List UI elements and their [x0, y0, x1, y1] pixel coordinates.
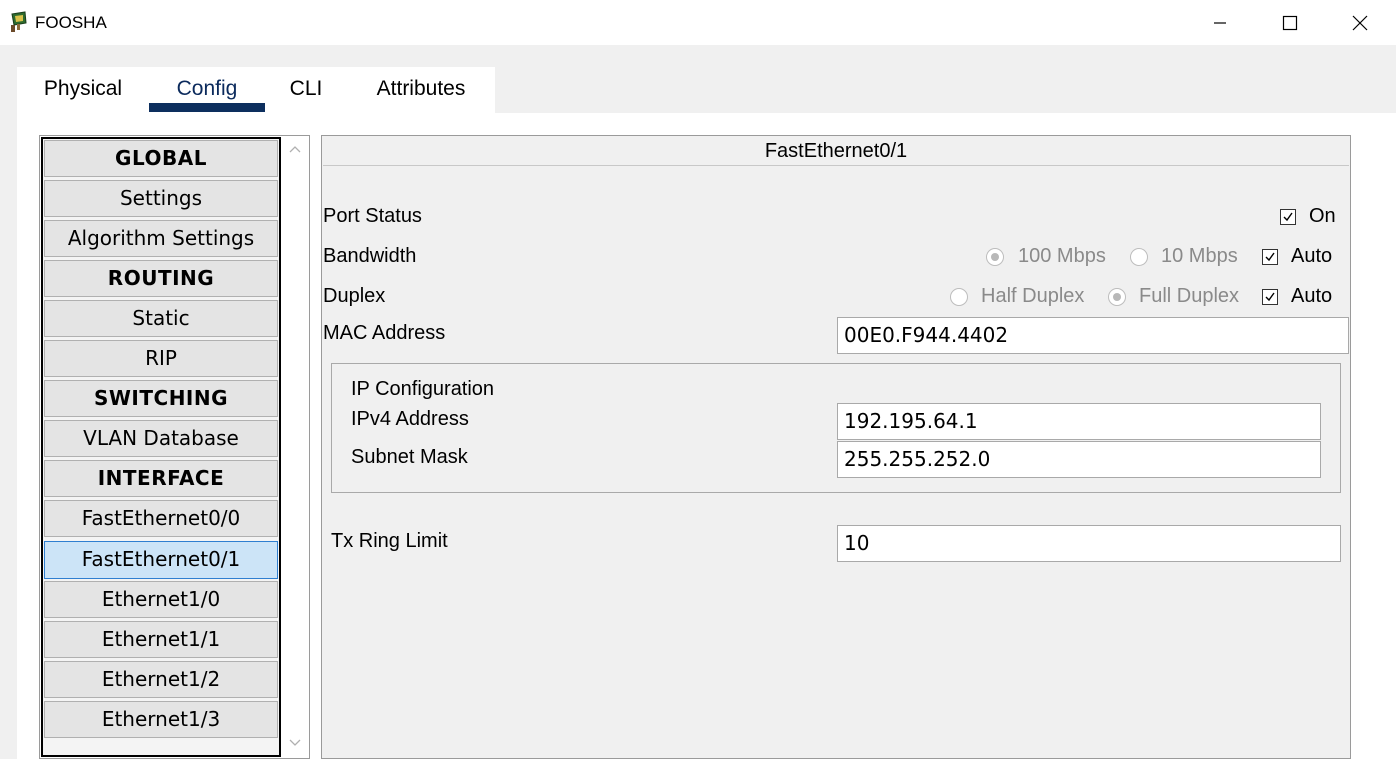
sidebar-item-ethernet1-2[interactable]: Ethernet1/2	[44, 661, 278, 698]
close-icon	[1352, 15, 1368, 31]
sidebar-header-global[interactable]: GLOBAL	[44, 140, 278, 177]
bandwidth-10-label: 10 Mbps	[1161, 245, 1238, 267]
tx-ring-limit-field[interactable]: 10	[837, 525, 1341, 562]
scroll-up-arrow-icon[interactable]	[282, 139, 308, 159]
checkmark-icon	[1265, 292, 1275, 302]
sidebar-header-routing[interactable]: ROUTING	[44, 260, 278, 297]
maximize-button[interactable]	[1255, 0, 1325, 45]
sidebar-item-ethernet1-3[interactable]: Ethernet1/3	[44, 701, 278, 738]
scroll-down-arrow-icon[interactable]	[282, 733, 308, 753]
sidebar-scrollbar[interactable]	[282, 137, 308, 757]
active-tab-indicator	[149, 103, 265, 112]
maximize-icon	[1282, 15, 1298, 31]
checkmark-icon	[1283, 212, 1293, 222]
sidebar-item-settings[interactable]: Settings	[44, 180, 278, 217]
sidebar-item-ethernet1-1[interactable]: Ethernet1/1	[44, 621, 278, 658]
duplex-auto-checkbox[interactable]	[1262, 289, 1278, 305]
mac-address-label: MAC Address	[323, 322, 446, 344]
minimize-button[interactable]	[1185, 0, 1255, 45]
sidebar-item-static[interactable]: Static	[44, 300, 278, 337]
tab-cli[interactable]: CLI	[279, 67, 333, 113]
sidebar-item-fastethernet0-1[interactable]: FastEthernet0/1	[44, 541, 278, 579]
title-bar: FOOSHA	[0, 0, 1396, 45]
duplex-full-radio[interactable]	[1108, 288, 1126, 306]
ip-configuration-title: IP Configuration	[351, 378, 495, 400]
duplex-full-label: Full Duplex	[1139, 285, 1240, 307]
close-button[interactable]	[1325, 0, 1395, 45]
tab-physical[interactable]: Physical	[31, 67, 135, 113]
sidebar-item-ethernet1-0[interactable]: Ethernet1/0	[44, 581, 278, 618]
port-status-on-checkbox[interactable]	[1280, 209, 1296, 225]
sidebar-item-algorithm-settings[interactable]: Algorithm Settings	[44, 220, 278, 257]
bandwidth-auto-checkbox[interactable]	[1262, 249, 1278, 265]
bandwidth-10-radio[interactable]	[1130, 248, 1148, 266]
mac-address-field[interactable]: 00E0.F944.4402	[837, 317, 1349, 354]
bandwidth-auto-label: Auto	[1291, 245, 1333, 267]
title-divider	[323, 165, 1349, 166]
ipv4-address-field[interactable]: 192.195.64.1	[837, 403, 1321, 440]
packet-tracer-router-icon	[8, 11, 30, 33]
sidebar-item-rip[interactable]: RIP	[44, 340, 278, 377]
bandwidth-100-label: 100 Mbps	[1018, 245, 1106, 267]
tab-attributes[interactable]: Attributes	[359, 67, 483, 113]
duplex-label: Duplex	[323, 285, 386, 307]
minimize-icon	[1212, 15, 1228, 31]
port-status-label: Port Status	[323, 205, 422, 227]
checkmark-icon	[1265, 252, 1275, 262]
ipv4-address-label: IPv4 Address	[351, 408, 469, 430]
sidebar-header-switching[interactable]: SWITCHING	[44, 380, 278, 417]
tx-ring-limit-label: Tx Ring Limit	[331, 530, 448, 552]
duplex-half-label: Half Duplex	[981, 285, 1085, 307]
subnet-mask-field[interactable]: 255.255.252.0	[837, 441, 1321, 478]
duplex-auto-label: Auto	[1291, 285, 1333, 307]
duplex-half-radio[interactable]	[950, 288, 968, 306]
interface-title: FastEthernet0/1	[764, 140, 908, 162]
bandwidth-100-radio[interactable]	[986, 248, 1004, 266]
subnet-mask-label: Subnet Mask	[351, 446, 468, 468]
port-status-on-label: On	[1309, 205, 1336, 227]
sidebar-item-vlan-database[interactable]: VLAN Database	[44, 420, 278, 457]
sidebar-item-fastethernet0-0[interactable]: FastEthernet0/0	[44, 500, 278, 537]
window-title: FOOSHA	[35, 13, 107, 32]
sidebar-header-interface[interactable]: INTERFACE	[44, 460, 278, 497]
bandwidth-label: Bandwidth	[323, 245, 417, 267]
